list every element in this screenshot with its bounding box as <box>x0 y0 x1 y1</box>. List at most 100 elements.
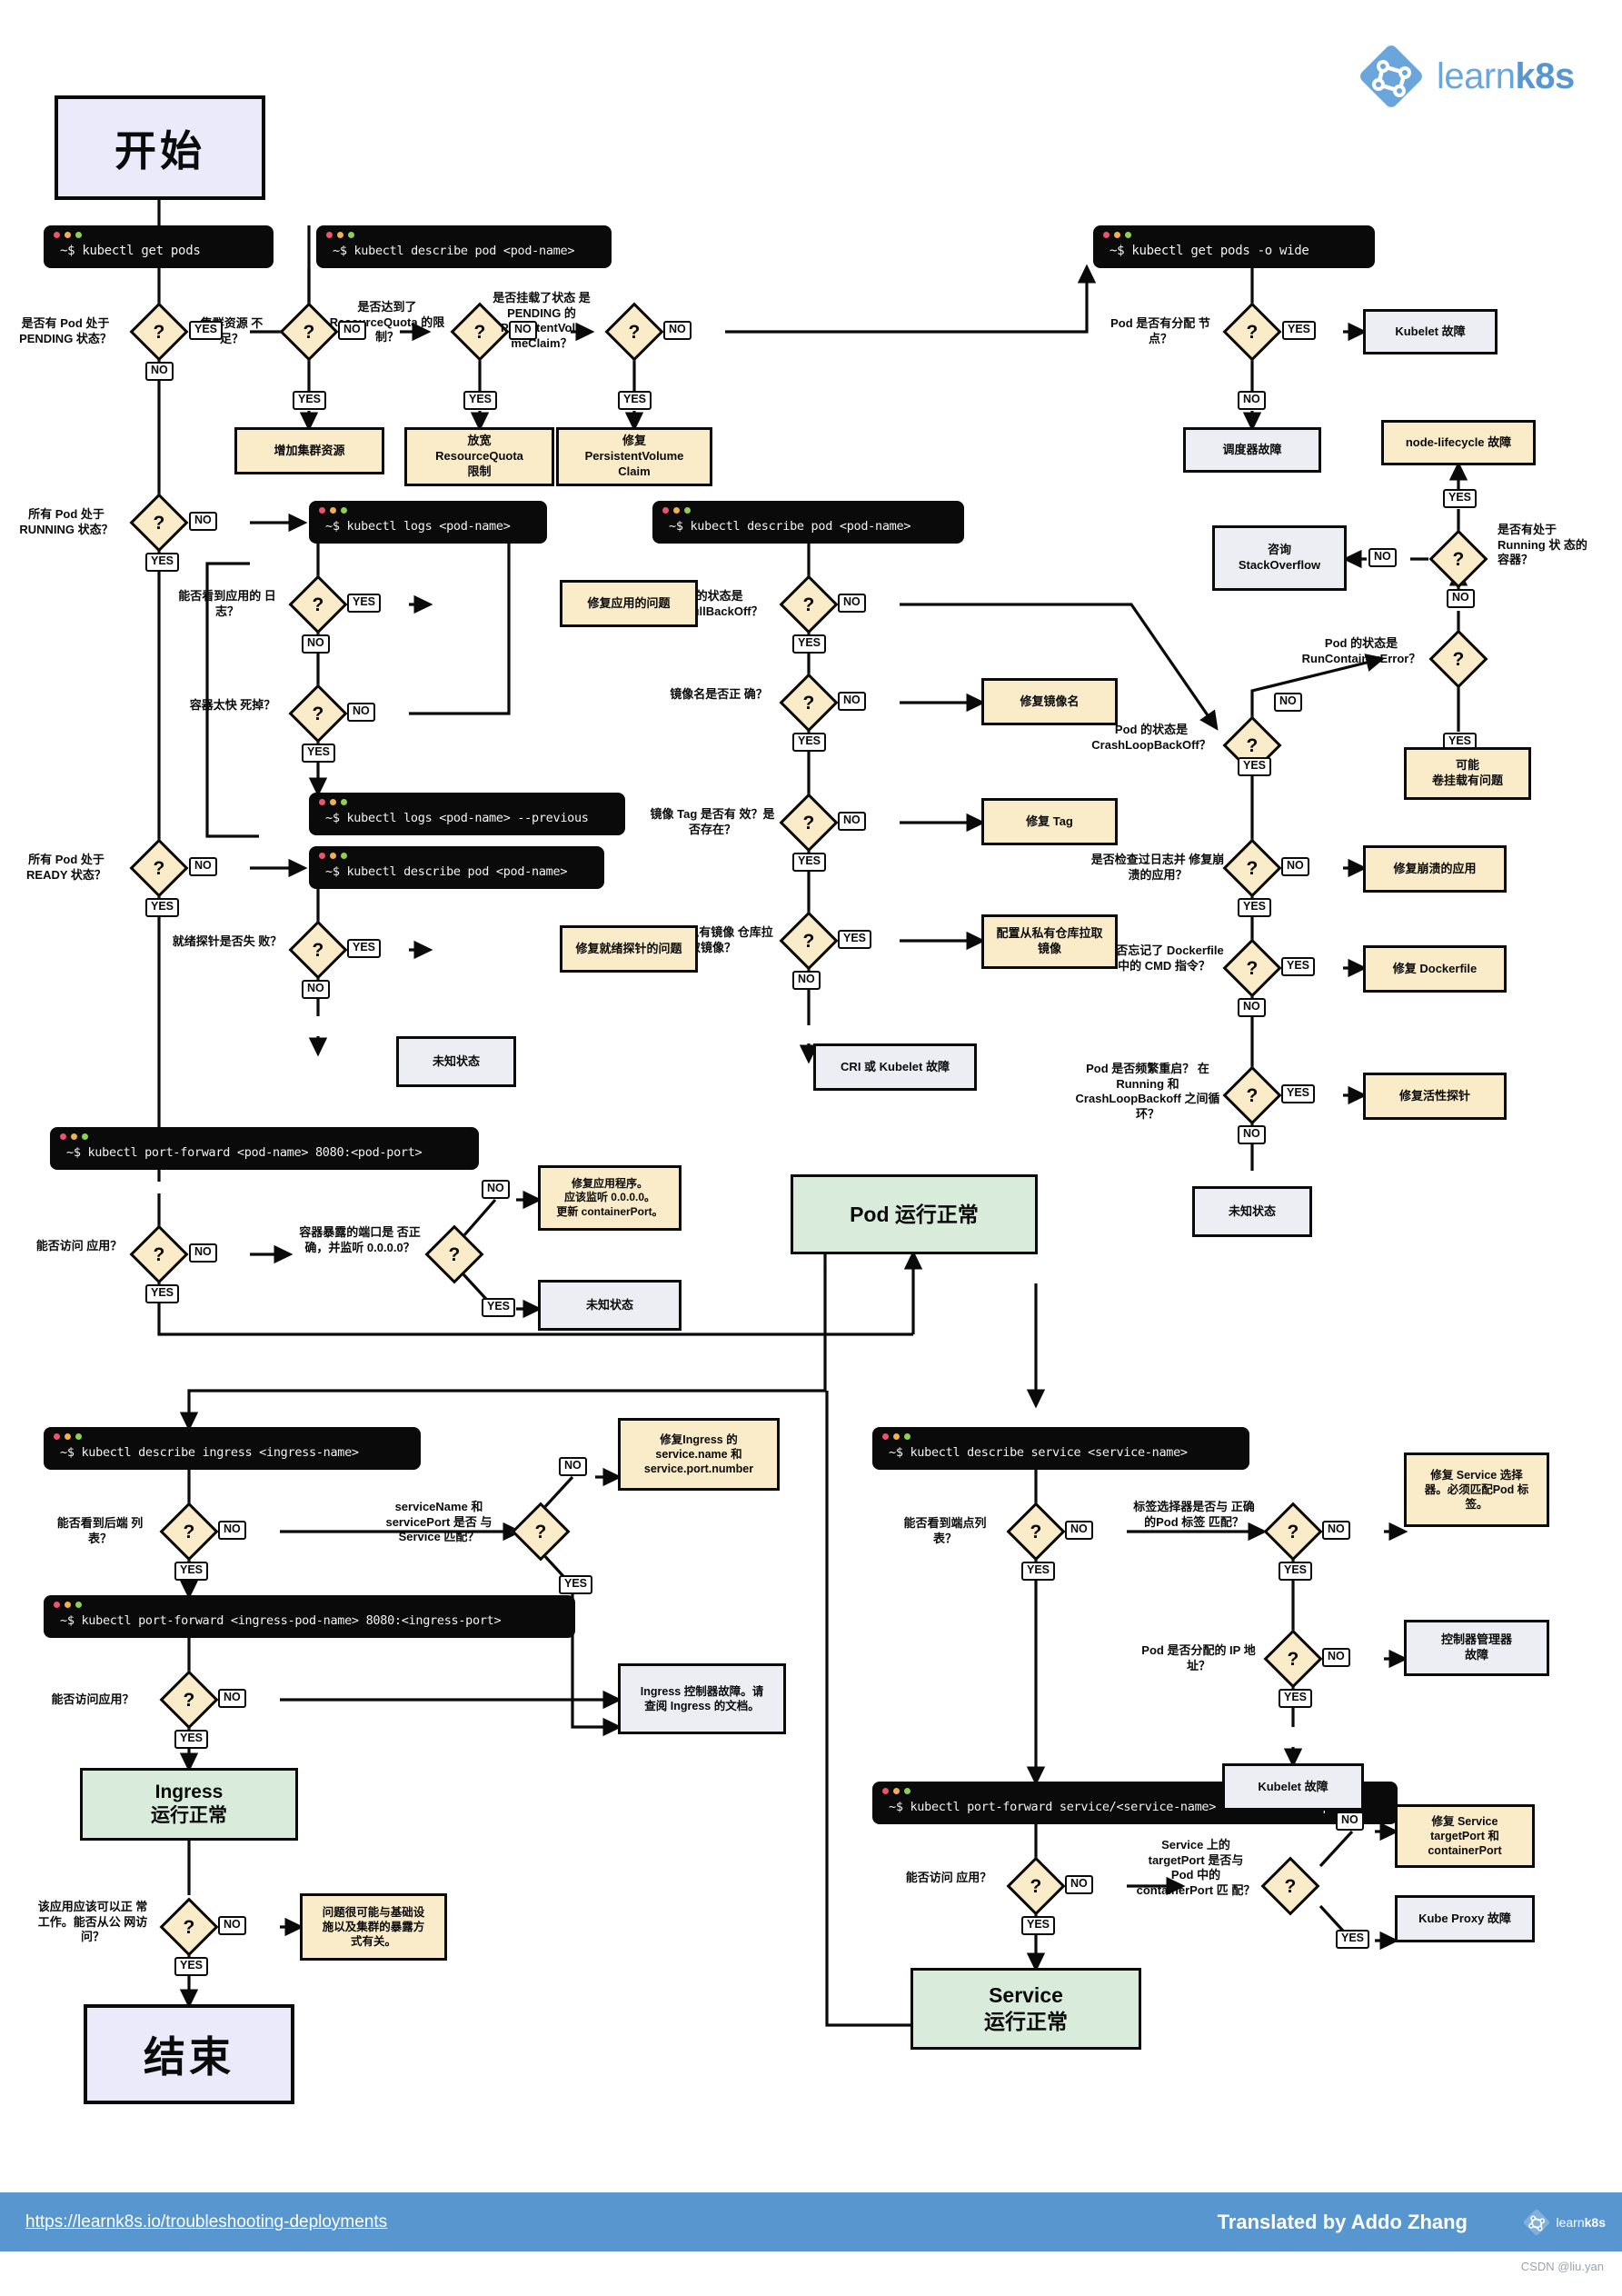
terminal-command: ~$ kubectl port-forward <pod-name> 8080:… <box>66 1144 423 1160</box>
edge-label-yes: YES <box>1021 1562 1056 1581</box>
decision-image-tag-valid[interactable]: ? <box>779 793 839 853</box>
edge-label-yes: YES <box>838 930 872 949</box>
terminal-logs[interactable]: ~$ kubectl logs <pod-name> <box>309 501 547 544</box>
decision-pod-pending[interactable]: ? <box>129 302 189 362</box>
decision-glyph: ? <box>153 857 165 879</box>
edge-label-yes: YES <box>1238 898 1272 917</box>
learnk8s-logo: learnk8s <box>1358 44 1575 109</box>
terminal-port-forward-pod[interactable]: ~$ kubectl port-forward <pod-name> 8080:… <box>50 1127 479 1170</box>
decision-pvc-pending[interactable]: ? <box>604 302 664 362</box>
decision-glyph: ? <box>1452 648 1465 670</box>
flowchart-canvas: learnk8s 开始 ~$ kubectl get pods ~$ kubec… <box>0 0 1622 2296</box>
outcome-node-lifecycle-failure: node-lifecycle 故障 <box>1381 420 1536 465</box>
terminal-window-dots <box>882 1788 911 1794</box>
decision-targetport-match[interactable]: ? <box>1260 1856 1320 1916</box>
action-fix-readiness-probe: 修复就绪探针的问题 <box>560 925 698 973</box>
decision-servicename-match[interactable]: ? <box>511 1502 571 1562</box>
decision-can-access-app-service[interactable]: ? <box>1006 1856 1066 1916</box>
brand-bold: k8s <box>1515 55 1575 96</box>
decision-image-name-correct[interactable]: ? <box>779 673 839 733</box>
terminal-describe-pod-1[interactable]: ~$ kubectl describe pod <pod-name> <box>316 225 612 268</box>
question-runcontainererror: Pod 的状态是 RunContainerError？ <box>1301 636 1421 665</box>
question-all-running: 所有 Pod 处于 RUNNING 状态？ <box>19 507 114 536</box>
outcome-service-running-ok: Service 运行正常 <box>911 1968 1141 2050</box>
edge-label-no: NO <box>1065 1521 1093 1540</box>
outcome-unknown-state-2: 未知状态 <box>1192 1186 1312 1237</box>
decision-see-endpoints[interactable]: ? <box>1006 1502 1066 1562</box>
terminal-describe-pod-3[interactable]: ~$ kubectl describe pod <pod-name> <box>309 846 604 889</box>
decision-all-ready[interactable]: ? <box>129 838 189 898</box>
terminal-describe-ingress[interactable]: ~$ kubectl describe ingress <ingress-nam… <box>44 1427 421 1470</box>
edge-label-no: NO <box>1322 1648 1350 1667</box>
decision-runcontainererror[interactable]: ? <box>1428 629 1488 689</box>
terminal-window-dots <box>326 232 354 238</box>
decision-imagepullbackoff[interactable]: ? <box>779 574 839 634</box>
decision-pod-assigned-node[interactable]: ? <box>1222 302 1282 362</box>
terminal-describe-service[interactable]: ~$ kubectl describe service <service-nam… <box>872 1427 1249 1470</box>
decision-running-containers[interactable]: ? <box>1428 529 1488 589</box>
decision-label-selector-match[interactable]: ? <box>1263 1502 1323 1562</box>
outcome-unknown-state-3: 未知状态 <box>538 1280 682 1331</box>
decision-can-access-app-pod[interactable]: ? <box>129 1224 189 1284</box>
edge-label-no: NO <box>838 692 866 711</box>
decision-restart-loop[interactable]: ? <box>1222 1065 1282 1125</box>
edge-label-yes: YES <box>482 1298 516 1317</box>
question-see-backend-list: 能否看到后端 列表？ <box>56 1516 144 1545</box>
edge-label-no: NO <box>338 321 366 340</box>
decision-pod-has-ip[interactable]: ? <box>1263 1629 1323 1689</box>
terminal-port-forward-ingress[interactable]: ~$ kubectl port-forward <ingress-pod-nam… <box>44 1595 575 1638</box>
decision-can-access-public[interactable]: ? <box>159 1897 219 1957</box>
decision-glyph: ? <box>534 1521 547 1542</box>
terminal-describe-pod-2[interactable]: ~$ kubectl describe pod <pod-name> <box>652 501 964 544</box>
question-servicename-match: serviceName 和 servicePort 是否 与 Service 匹… <box>385 1500 493 1544</box>
question-can-access-app-pod: 能否访问 应用？ <box>35 1239 123 1253</box>
terminal-window-dots <box>54 1602 82 1608</box>
footer-learnk8s-badge: learnk8s <box>1523 2209 1606 2236</box>
question-checked-logs-fixed: 是否检查过日志并 修复崩溃的应用？ <box>1090 853 1225 882</box>
edge-label-yes: YES <box>174 1730 209 1749</box>
question-running-containers: 是否有处于 Running 状 态的容器？ <box>1498 523 1587 567</box>
edge-label-yes: YES <box>463 391 498 410</box>
terminal-get-pods-wide[interactable]: ~$ kubectl get pods -o wide <box>1093 225 1375 268</box>
terminal-command: ~$ kubectl logs <pod-name> --previous <box>325 810 589 825</box>
footer-source-link[interactable]: https://learnk8s.io/troubleshooting-depl… <box>25 2212 387 2232</box>
edge-label-no: NO <box>1447 589 1475 608</box>
edge-label-yes: YES <box>1021 1916 1056 1935</box>
watermark-text: CSDN @liu.yan <box>1520 2260 1604 2273</box>
edge-label-yes: YES <box>1281 1084 1316 1103</box>
decision-checked-logs-fixed[interactable]: ? <box>1222 838 1282 898</box>
decision-see-backend-list[interactable]: ? <box>159 1502 219 1562</box>
footer-bar: https://learnk8s.io/troubleshooting-depl… <box>0 2192 1622 2251</box>
terminal-logs-previous[interactable]: ~$ kubectl logs <pod-name> --previous <box>309 793 625 835</box>
decision-all-running[interactable]: ? <box>129 493 189 553</box>
edge-label-no: NO <box>482 1180 510 1199</box>
decision-container-port-correct[interactable]: ? <box>424 1224 484 1284</box>
question-readiness-probe: 就绪探针是否失 败？ <box>172 934 283 948</box>
action-infra-related: 问题很可能与基础设 施以及集群的暴露方 式有关。 <box>300 1893 447 1961</box>
decision-readiness-probe[interactable]: ? <box>288 920 348 980</box>
terminal-command: ~$ kubectl describe pod <pod-name> <box>325 863 568 879</box>
edge-label-yes: YES <box>559 1575 593 1594</box>
decision-glyph: ? <box>1246 857 1259 879</box>
decision-see-app-logs[interactable]: ? <box>288 574 348 634</box>
edge-label-yes: YES <box>347 594 382 613</box>
question-can-access-app-ingress: 能否访问应用？ <box>51 1692 134 1706</box>
learnk8s-diamond-logo-icon <box>1523 2209 1550 2236</box>
start-node: 开始 <box>55 95 265 200</box>
terminal-command: ~$ kubectl describe ingress <ingress-nam… <box>60 1444 359 1460</box>
outcome-ingress-running-ok: Ingress 运行正常 <box>80 1768 298 1841</box>
terminal-get-pods[interactable]: ~$ kubectl get pods <box>44 225 274 268</box>
decision-can-access-app-ingress[interactable]: ? <box>159 1670 219 1730</box>
terminal-window-dots <box>662 507 691 514</box>
decision-glyph: ? <box>312 939 324 961</box>
decision-glyph: ? <box>1030 1875 1042 1897</box>
outcome-volume-mount-issue: 可能 卷挂载有问题 <box>1404 747 1531 800</box>
decision-forgot-cmd[interactable]: ? <box>1222 938 1282 998</box>
decision-glyph: ? <box>303 321 315 343</box>
terminal-window-dots <box>1103 232 1131 238</box>
decision-private-registry[interactable]: ? <box>779 911 839 971</box>
decision-container-dies-fast[interactable]: ? <box>288 684 348 744</box>
edge-label-yes: YES <box>174 1957 209 1976</box>
question-image-name-correct: 镜像名是否正 确？ <box>670 687 768 701</box>
edge-label-yes: YES <box>1336 1930 1370 1949</box>
